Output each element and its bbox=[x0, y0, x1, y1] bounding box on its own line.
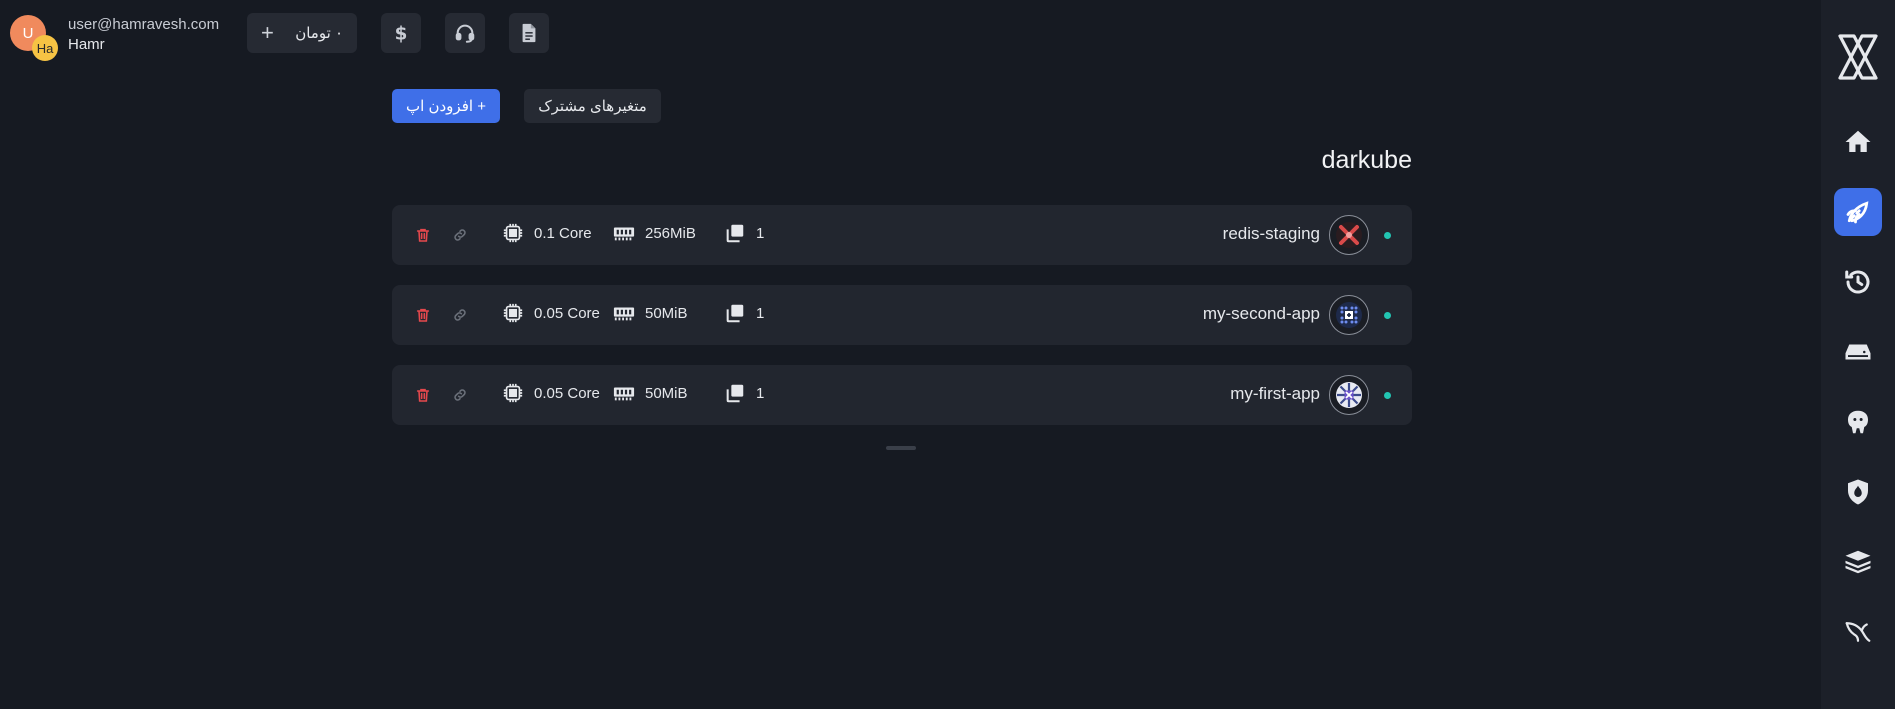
dollar-icon: $ bbox=[395, 23, 408, 44]
wallet-balance: + ۰ تومان bbox=[247, 13, 357, 53]
replicas-value: 1 bbox=[756, 224, 765, 242]
app-name: my-first-app bbox=[1230, 384, 1320, 403]
memory-icon bbox=[613, 387, 635, 401]
brand-logo-icon[interactable] bbox=[1836, 28, 1880, 86]
memory-icon bbox=[613, 307, 635, 321]
sidebar-item-storage[interactable] bbox=[1834, 328, 1882, 376]
memory-icon bbox=[613, 227, 635, 241]
sidebar-nav bbox=[1834, 118, 1882, 656]
delete-button[interactable] bbox=[412, 304, 434, 326]
postgres-icon bbox=[1848, 410, 1868, 434]
user-name: Hamr bbox=[68, 36, 105, 53]
wallet-amount: ۰ تومان bbox=[295, 25, 343, 42]
shield-icon bbox=[1848, 479, 1868, 505]
link-button[interactable] bbox=[449, 224, 471, 246]
app-card-my-first-app[interactable]: my-first-app 1 50MiB 0.05 Core bbox=[392, 365, 1412, 425]
rocket-icon bbox=[1846, 201, 1869, 224]
replicas-value: 1 bbox=[756, 304, 765, 322]
cpu-value: 0.1 Core bbox=[534, 224, 592, 242]
sidebar-item-history[interactable] bbox=[1834, 258, 1882, 306]
sidebar-item-apps[interactable] bbox=[1834, 188, 1882, 236]
cpu-metric: 0.1 Core bbox=[502, 222, 592, 244]
delete-button[interactable] bbox=[412, 224, 434, 246]
shared-variables-button[interactable]: متغیرهای مشترک bbox=[524, 89, 661, 123]
sidebar-item-home[interactable] bbox=[1834, 118, 1882, 166]
cpu-icon bbox=[503, 303, 523, 323]
ram-metric: 256MiB bbox=[613, 222, 696, 244]
sidebar-item-layers[interactable] bbox=[1834, 538, 1882, 586]
org-avatar: Ha bbox=[32, 35, 58, 61]
kube-logo-icon bbox=[1329, 375, 1369, 415]
user-info: user@hamravesh.com Hamr bbox=[68, 15, 219, 55]
sidebar-item-postgres[interactable] bbox=[1834, 398, 1882, 446]
link-button[interactable] bbox=[449, 304, 471, 326]
ram-value: 50MiB bbox=[645, 384, 688, 402]
cpu-value: 0.05 Core bbox=[534, 384, 600, 402]
layers-icon bbox=[1845, 550, 1871, 574]
ram-metric: 50MiB bbox=[613, 302, 688, 324]
ram-metric: 50MiB bbox=[613, 382, 688, 404]
sidebar bbox=[1821, 0, 1895, 709]
cpu-metric: 0.05 Core bbox=[502, 382, 600, 404]
redis-logo-icon bbox=[1329, 215, 1369, 255]
storage-icon bbox=[1845, 344, 1871, 360]
replicas-metric: 1 bbox=[724, 382, 764, 404]
delete-button[interactable] bbox=[412, 384, 434, 406]
app-root: U Ha user@hamravesh.com Hamr + ۰ تومان $ bbox=[0, 0, 1895, 709]
app-name: my-second-app bbox=[1202, 304, 1320, 323]
link-icon bbox=[454, 309, 466, 321]
status-indicator bbox=[1384, 312, 1391, 319]
status-indicator bbox=[1384, 392, 1391, 399]
mysql-icon bbox=[1845, 622, 1871, 642]
app-card-redis-staging[interactable]: redis-staging 1 256MiB 0.1 Core bbox=[392, 205, 1412, 265]
cpu-metric: 0.05 Core bbox=[502, 302, 600, 324]
docs-button[interactable] bbox=[509, 13, 549, 53]
link-button[interactable] bbox=[449, 384, 471, 406]
trash-icon bbox=[416, 308, 430, 322]
link-icon bbox=[454, 389, 466, 401]
replicas-metric: 1 bbox=[724, 302, 764, 324]
document-icon bbox=[522, 23, 536, 43]
svg-text:$: $ bbox=[395, 23, 408, 44]
app-card-my-second-app[interactable]: my-second-app 1 50MiB 0.05 Core bbox=[392, 285, 1412, 345]
cpu-icon bbox=[503, 383, 523, 403]
cpu-value: 0.05 Core bbox=[534, 304, 600, 322]
cpu-icon bbox=[503, 223, 523, 243]
docker-logo-icon bbox=[1329, 295, 1369, 335]
trash-icon bbox=[416, 388, 430, 402]
add-app-button[interactable]: + افزودن اپ bbox=[392, 89, 500, 123]
history-icon bbox=[1845, 270, 1870, 294]
billing-button[interactable]: $ bbox=[381, 13, 421, 53]
list-load-more-handle[interactable] bbox=[886, 446, 916, 450]
trash-icon bbox=[416, 228, 430, 242]
headset-icon bbox=[455, 24, 475, 43]
avatar-group: U Ha bbox=[10, 15, 60, 61]
status-indicator bbox=[1384, 232, 1391, 239]
replicas-metric: 1 bbox=[724, 222, 764, 244]
home-icon bbox=[1845, 130, 1871, 152]
sidebar-item-security[interactable] bbox=[1834, 468, 1882, 516]
page-title: darkube bbox=[1321, 146, 1412, 174]
user-email: user@hamravesh.com bbox=[68, 16, 220, 33]
ram-value: 50MiB bbox=[645, 304, 688, 322]
link-icon bbox=[454, 229, 466, 241]
app-name: redis-staging bbox=[1222, 224, 1320, 243]
wallet-add-button[interactable]: + bbox=[261, 22, 274, 44]
copy-icon bbox=[726, 304, 744, 323]
support-button[interactable] bbox=[445, 13, 485, 53]
ram-value: 256MiB bbox=[645, 224, 696, 242]
replicas-value: 1 bbox=[756, 384, 765, 402]
user-menu[interactable]: U Ha user@hamravesh.com Hamr bbox=[10, 15, 219, 61]
copy-icon bbox=[726, 224, 744, 243]
copy-icon bbox=[726, 384, 744, 403]
sidebar-item-mysql[interactable] bbox=[1834, 608, 1882, 656]
